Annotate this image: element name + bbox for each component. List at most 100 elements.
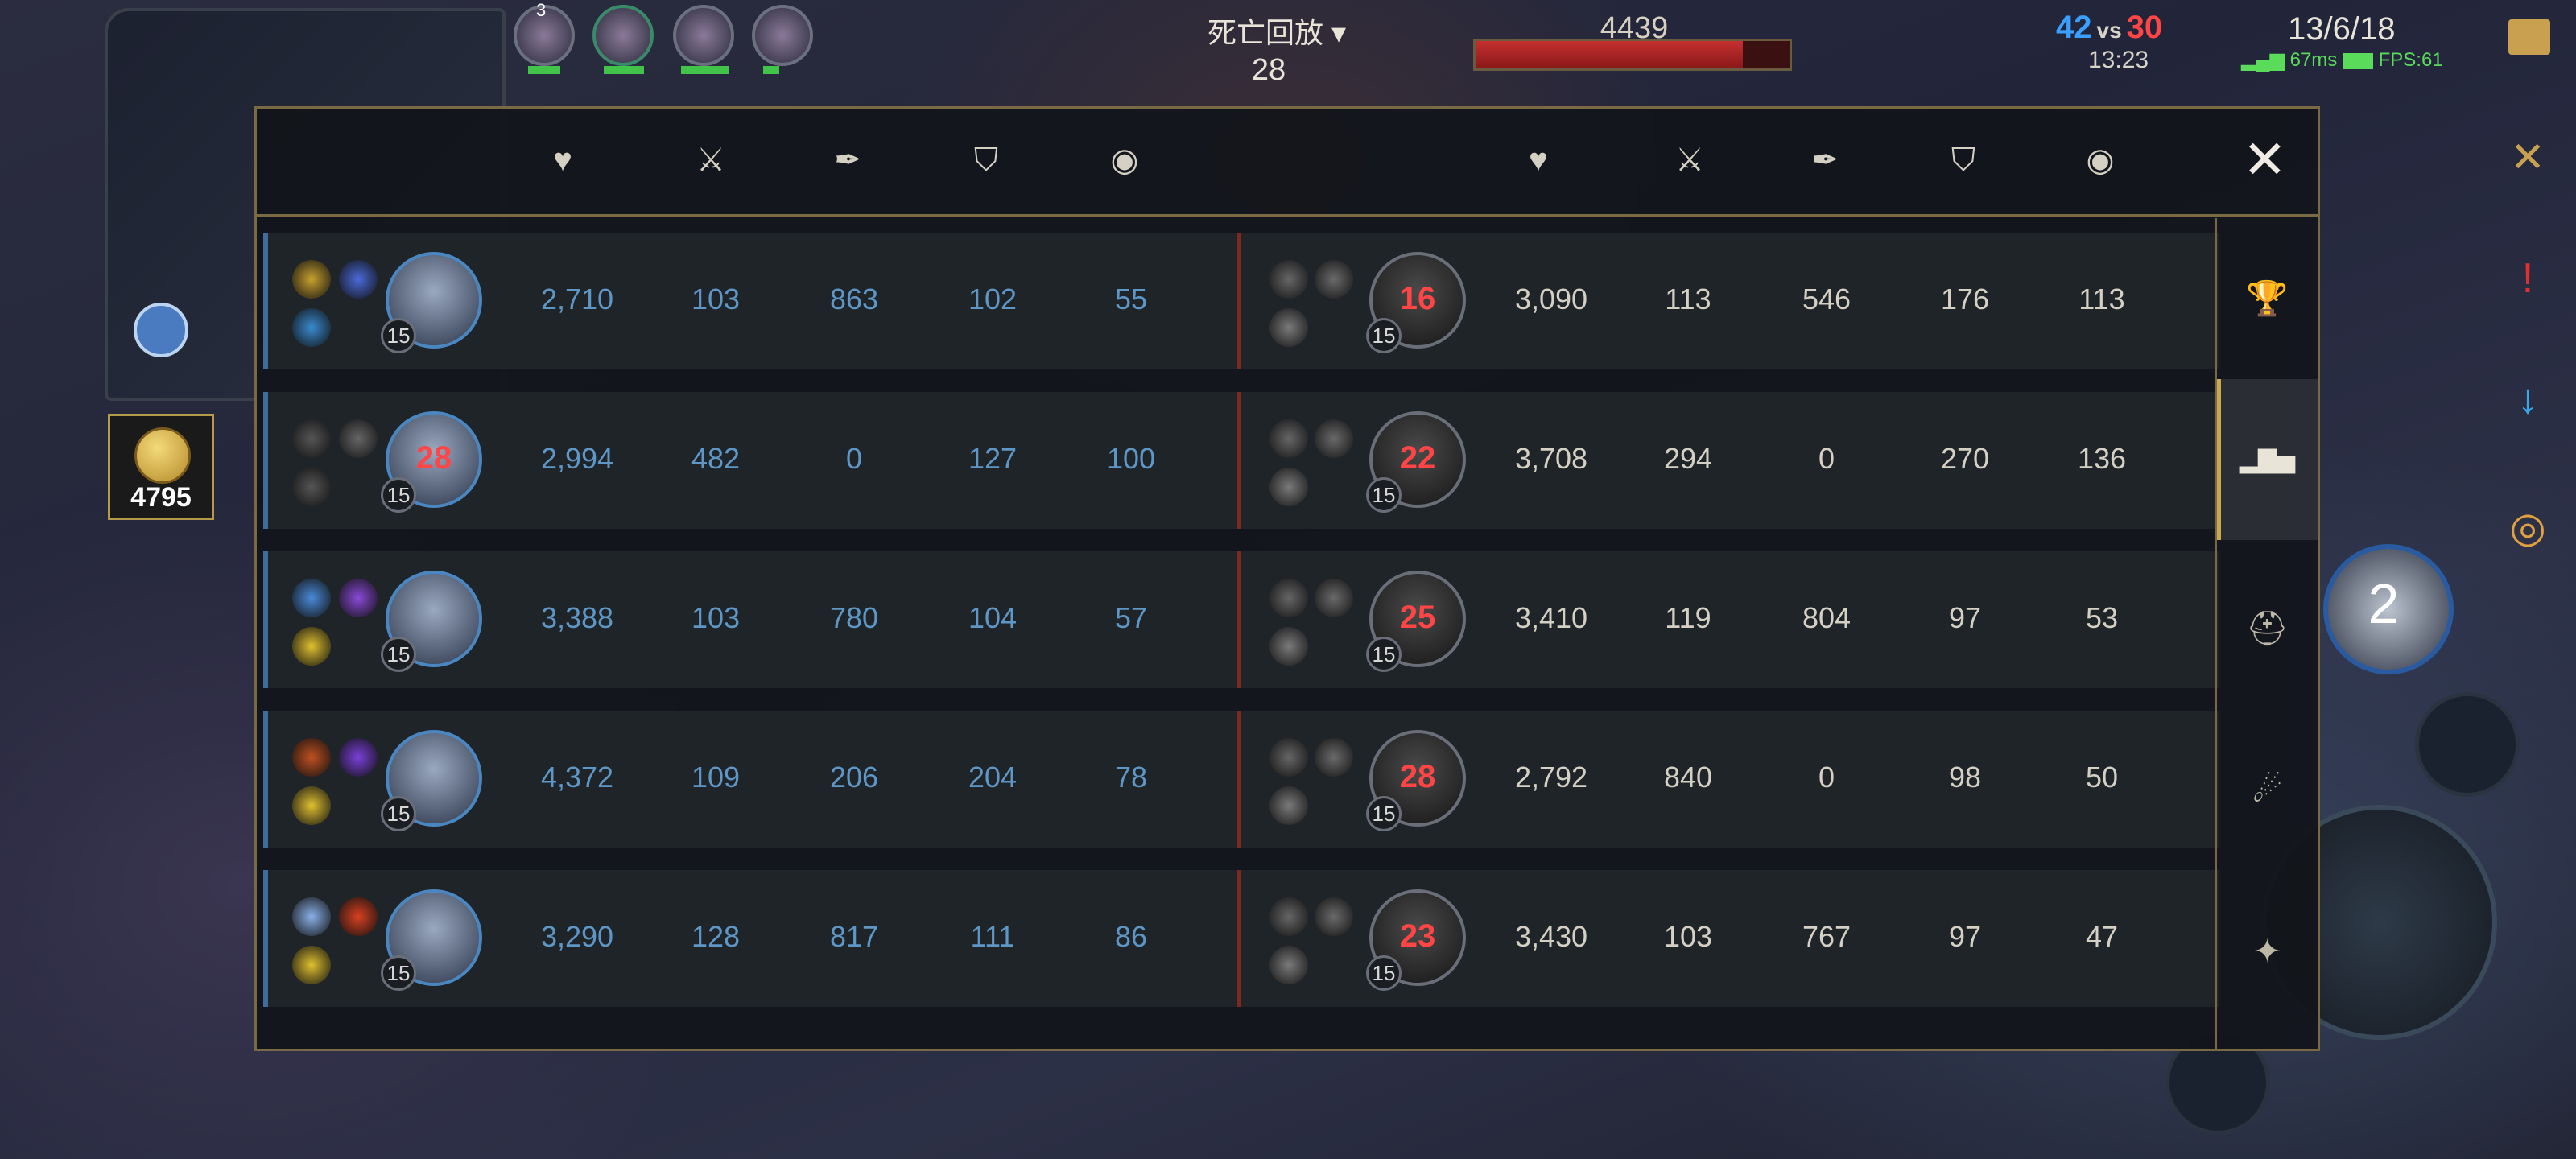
stat-value: 136: [2077, 442, 2127, 475]
summoner-spell-icon: [1315, 738, 1353, 777]
player-row[interactable]: 15 3,388 103 780 104 57 25 15 3,410 119 804 97 53: [263, 551, 2219, 688]
death-count: 28: [1251, 53, 1286, 87]
item-slot-icon[interactable]: [2415, 692, 2520, 797]
ally-portrait[interactable]: [592, 5, 654, 66]
summoner-spell-icon: [1269, 579, 1308, 617]
ultimate-cooldown: 2: [2368, 572, 2400, 635]
magic-icon: ✒: [1811, 142, 1839, 178]
retreat-ping-icon[interactable]: ↓: [2496, 367, 2560, 431]
summoner-spell-icon: [339, 419, 378, 458]
stats-header: ✕ ♥ ⚔ ✒ ⛉ ◉ ♥ ⚔ ✒ ⛉ ◉: [257, 109, 2318, 217]
death-replay-title[interactable]: 死亡回放 ▾: [1208, 10, 1346, 52]
stat-value: 109: [691, 761, 741, 794]
swirl-icon: ☄: [2252, 770, 2283, 809]
red-team-marker: [1237, 870, 1241, 1007]
player-row[interactable]: 15 3,290 128 817 111 86 23 15 3,430 103 767 97 47: [263, 870, 2219, 1007]
ally-hp-bar: [681, 66, 729, 74]
stat-value: 840: [1663, 761, 1713, 794]
summoner-spell-icon: [292, 308, 331, 347]
target-icon: ◉: [2086, 142, 2115, 178]
surrender-icon[interactable]: ✕: [2496, 126, 2560, 190]
stat-value: 102: [968, 283, 1018, 316]
blue-team-marker: [263, 711, 268, 848]
stat-value: 2,792: [1514, 761, 1588, 794]
summoner-spell-icon: [1269, 786, 1308, 825]
assist-ping-icon[interactable]: ◎: [2496, 496, 2560, 560]
stat-value: 103: [1663, 920, 1713, 953]
ally-hp-bar: [528, 66, 560, 74]
gold-counter[interactable]: 4795: [108, 414, 214, 520]
score-vs: vs: [2096, 18, 2122, 43]
champion-level: 15: [381, 796, 416, 831]
summoner-spell-icon: [292, 738, 331, 777]
blue-score: 42: [2056, 10, 2092, 45]
stat-value: 767: [1802, 920, 1852, 953]
summoner-spell-icon: [339, 738, 378, 777]
stat-value: 863: [829, 283, 879, 316]
summoner-spell-icon: [1269, 468, 1308, 506]
match-timer: 13:23: [2088, 47, 2149, 73]
player-row[interactable]: 28 15 2,994 482 0 127 100 22 15 3,708 294 0 270 136: [263, 392, 2219, 529]
team-score[interactable]: 42 vs 30: [2056, 10, 2162, 46]
magic-icon: ✒: [834, 142, 861, 178]
summoner-spell-icon: [339, 260, 378, 299]
summoner-spell-icon: [1269, 419, 1308, 458]
close-button[interactable]: ✕: [2243, 133, 2287, 186]
stat-value: 0: [845, 442, 863, 475]
shield-icon: ⛉: [974, 142, 998, 178]
stat-value: 113: [2079, 283, 2125, 316]
stat-value: 4,372: [540, 761, 614, 794]
ally-level: 3: [536, 0, 547, 20]
stat-value: 804: [1802, 601, 1852, 634]
ally-portrait[interactable]: [752, 5, 813, 66]
signal-icon: ▂▄▆: [2241, 49, 2285, 71]
trophy-tab[interactable]: 🏆: [2217, 218, 2318, 379]
swirl-tab[interactable]: ☄: [2217, 709, 2318, 870]
blue-team-marker: [263, 233, 268, 369]
stat-value: 55: [1114, 283, 1148, 316]
blue-team-marker: [263, 870, 268, 1007]
stat-value: 57: [1114, 601, 1148, 634]
respawn-timer: 22: [1399, 440, 1436, 476]
fps-value: FPS:61: [2378, 49, 2443, 71]
trophy-icon: 🏆: [2246, 278, 2289, 317]
stat-value: 3,290: [540, 920, 614, 953]
kda-readout: 13/6/18: [2288, 11, 2396, 47]
helmet-tab[interactable]: ⛑: [2217, 548, 2318, 709]
rune-tab[interactable]: ✦: [2217, 870, 2318, 1031]
chat-icon[interactable]: [2508, 19, 2550, 55]
stat-value: 103: [691, 283, 741, 316]
red-team-marker: [1237, 711, 1241, 848]
ping-value: 67ms: [2289, 49, 2338, 71]
stat-value: 97: [1948, 920, 1982, 953]
stats-tab[interactable]: ▂▇▅: [2217, 379, 2318, 540]
stat-value: 482: [691, 442, 741, 475]
shield-icon: ⛉: [1951, 142, 1975, 178]
respawn-timer: 25: [1399, 600, 1436, 635]
ally-portrait[interactable]: [673, 5, 734, 66]
respawn-timer: 28: [1399, 759, 1436, 794]
team-stats-panel: ✕ ♥ ⚔ ✒ ⛉ ◉ ♥ ⚔ ✒ ⛉ ◉ 15 2,710 103 863 102 55 16 15 3,090…: [254, 106, 2320, 1051]
champion-level: 15: [381, 477, 416, 513]
heart-icon: ♥: [553, 142, 572, 178]
respawn-timer: 28: [415, 440, 452, 476]
stat-value: 206: [829, 761, 879, 794]
sword-icon: ⚔: [696, 142, 725, 178]
champion-level: 15: [1366, 477, 1402, 513]
stat-value: 104: [968, 601, 1018, 634]
red-score: 30: [2126, 10, 2163, 45]
target-icon: ◉: [1110, 142, 1139, 178]
ally-hp-bar: [604, 66, 644, 74]
battery-icon: [2342, 52, 2373, 69]
summoner-spell-icon: [1269, 738, 1308, 777]
stat-value: 103: [691, 601, 741, 634]
rune-icon: ✦: [2252, 931, 2282, 970]
summoner-spell-icon: [292, 627, 331, 666]
stat-value: 2,710: [540, 283, 614, 316]
champion-level: 15: [1366, 318, 1402, 353]
alert-ping-icon[interactable]: !: [2496, 246, 2560, 311]
stat-value: 98: [1948, 761, 1982, 794]
player-row[interactable]: 15 4,372 109 206 204 78 28 15 2,792 840 0 98 50: [263, 711, 2219, 848]
player-row[interactable]: 15 2,710 103 863 102 55 16 15 3,090 113 546 176 113: [263, 233, 2219, 369]
summoner-spell-icon: [339, 579, 378, 617]
